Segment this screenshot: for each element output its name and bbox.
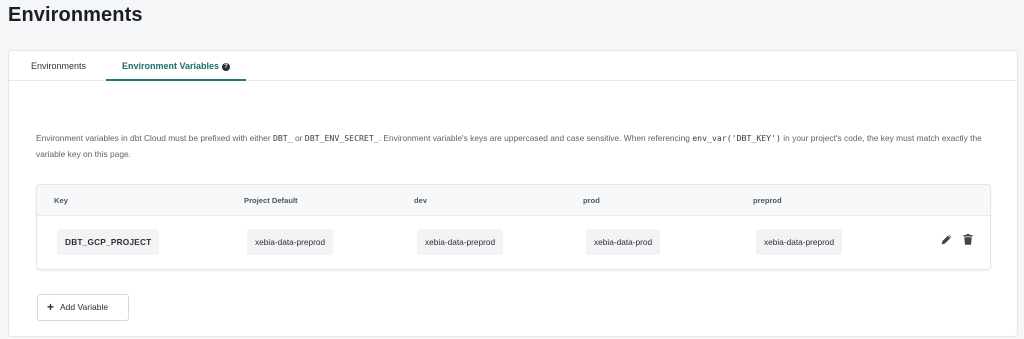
description-code: DBT_ENV_SECRET_	[304, 133, 379, 143]
tab-environment-variables[interactable]: Environment Variables?	[106, 51, 246, 81]
column-header-project-default: Project Default	[244, 196, 298, 205]
prod-value[interactable]: xebia-data-prod	[586, 229, 661, 255]
tab-bar: Environments Environment Variables?	[9, 51, 1017, 81]
variables-table: Key Project Default dev prod preprod DBT…	[36, 184, 991, 270]
description-code: env_var('DBT_KEY')	[692, 133, 781, 143]
column-header-prod: prod	[583, 196, 600, 205]
description-code: DBT_	[272, 133, 293, 143]
description-text: Environment variables in dbt Cloud must …	[36, 130, 996, 162]
description-part: or	[292, 133, 305, 143]
row-actions	[940, 233, 980, 251]
pencil-icon[interactable]	[940, 233, 954, 249]
preprod-value[interactable]: xebia-data-preprod	[756, 229, 843, 255]
description-part: . Environment variable's keys are upperc…	[378, 133, 693, 143]
question-circle-icon[interactable]: ?	[222, 63, 231, 71]
tab-environments-label: Environments	[31, 61, 87, 71]
add-variable-button[interactable]: + Add Variable	[37, 294, 129, 321]
plus-icon: +	[47, 300, 55, 314]
env-variables-card: Environments Environment Variables? Envi…	[8, 50, 1018, 337]
dev-value[interactable]: xebia-data-preprod	[417, 229, 504, 255]
project-default-value[interactable]: xebia-data-preprod	[247, 229, 334, 255]
description-part: Environment variables in dbt Cloud must …	[36, 133, 273, 143]
variable-key[interactable]: DBT_GCP_PROJECT	[57, 229, 160, 255]
add-variable-label: Add Variable	[60, 302, 109, 312]
column-header-dev: dev	[414, 196, 428, 205]
column-header-key: Key	[54, 196, 68, 205]
tab-environment-variables-label: Environment Variables	[121, 61, 220, 71]
table-header: Key Project Default dev prod preprod	[37, 185, 990, 216]
tab-environments[interactable]: Environments	[31, 51, 86, 81]
column-header-preprod: preprod	[753, 196, 782, 205]
trash-icon[interactable]	[962, 233, 976, 249]
page-title: Environments	[8, 4, 143, 26]
